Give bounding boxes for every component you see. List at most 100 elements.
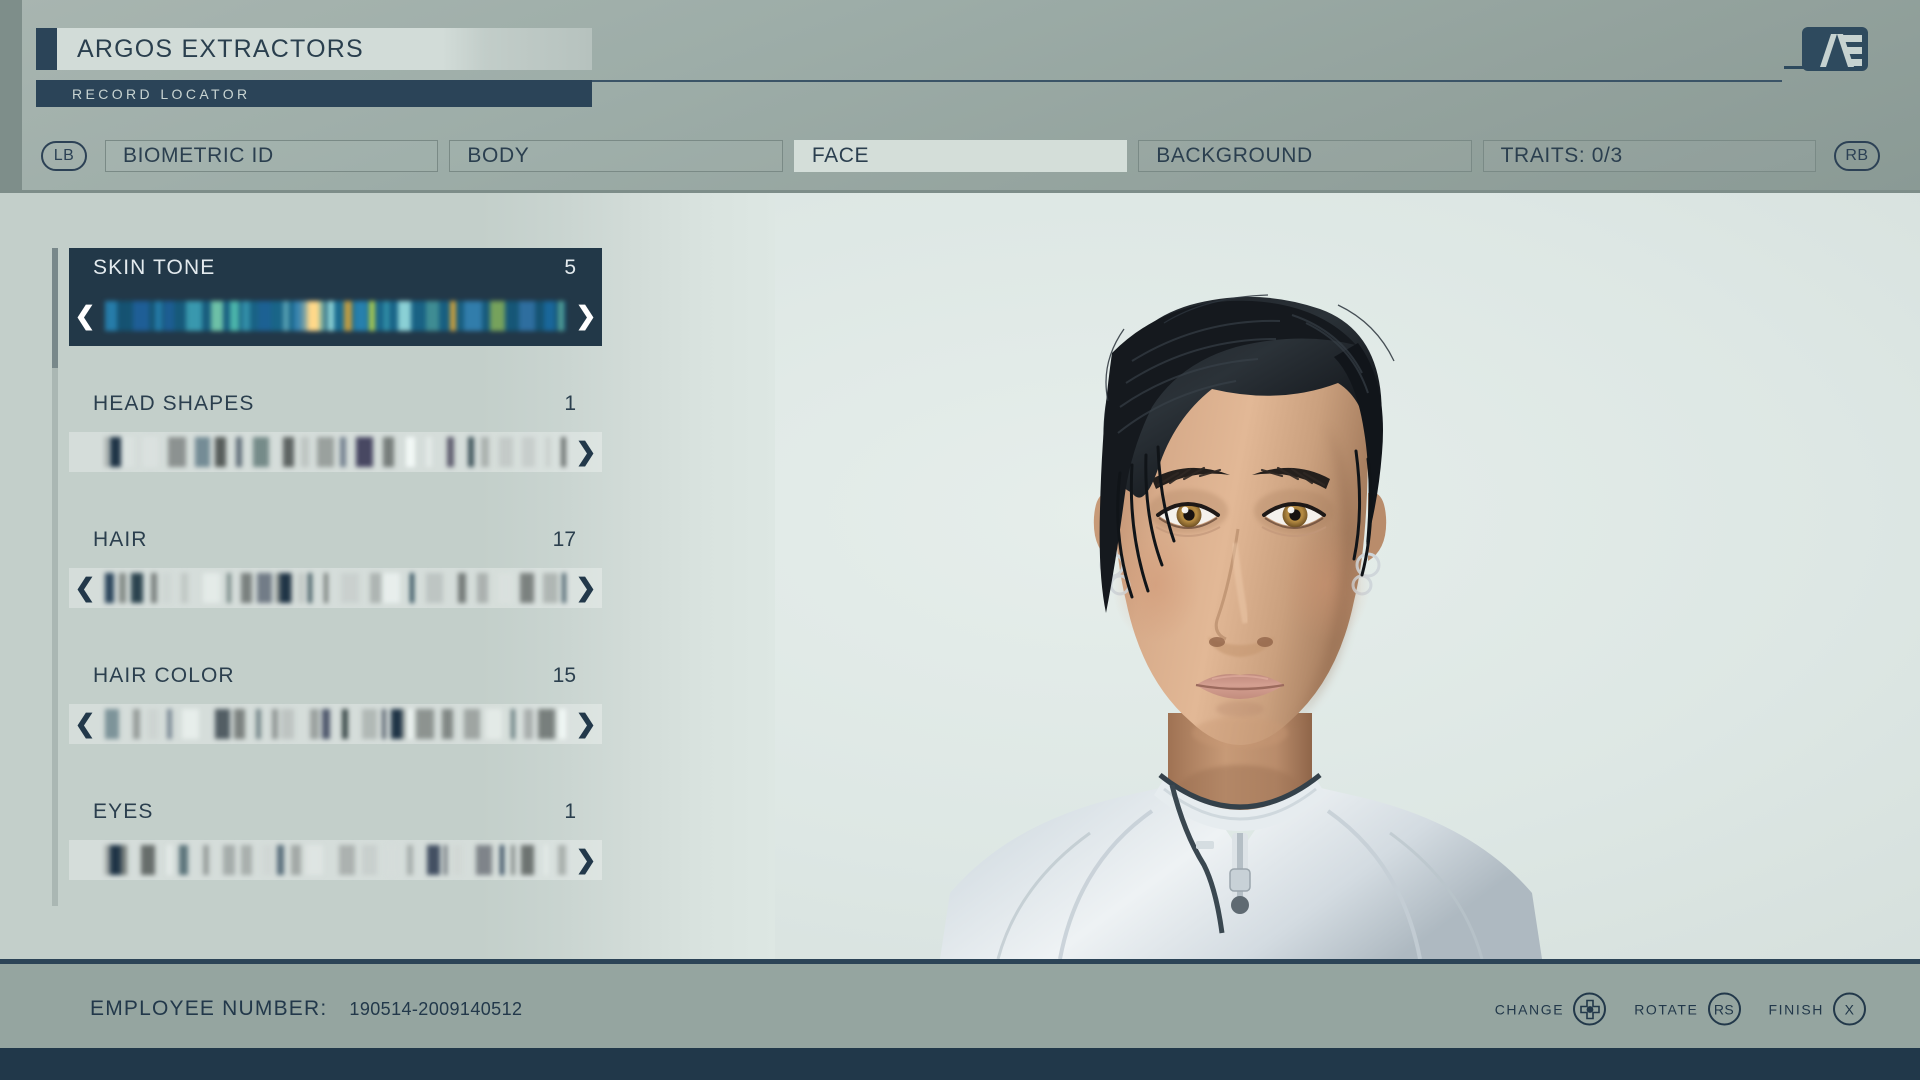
bottom-letterbox bbox=[0, 1048, 1920, 1080]
slider-marker[interactable] bbox=[110, 845, 121, 875]
slider-tick bbox=[298, 573, 304, 603]
tab-label: FACE bbox=[812, 144, 869, 168]
slider-tick bbox=[281, 709, 294, 739]
slider-tick bbox=[215, 709, 230, 739]
character-creator-screen: ARGOS EXTRACTORS RECORD LOCATOR LB BIOME… bbox=[0, 0, 1920, 1080]
option-header: HEAD SHAPES1 bbox=[69, 392, 602, 424]
slider-tick bbox=[227, 573, 231, 603]
option-header: SKIN TONE5 bbox=[69, 256, 602, 288]
option-slider-head-shapes[interactable]: ❮❯ bbox=[69, 432, 602, 472]
option-value-hair-color: 15 bbox=[553, 664, 576, 688]
app-title-plate: ARGOS EXTRACTORS bbox=[36, 28, 592, 70]
slider-track bbox=[105, 573, 566, 603]
slider-tick bbox=[167, 845, 172, 875]
option-slider-skin-tone[interactable]: ❮❯ bbox=[69, 296, 602, 336]
option-slider-eyes[interactable]: ❮❯ bbox=[69, 840, 602, 880]
slider-tick bbox=[356, 437, 372, 467]
slider-tick bbox=[203, 845, 209, 875]
slider-tick bbox=[408, 709, 413, 739]
right-bumper-button[interactable]: RB bbox=[1834, 141, 1880, 171]
slider-tick bbox=[283, 301, 289, 331]
option-value-hair: 17 bbox=[553, 528, 576, 552]
slider-tick bbox=[562, 573, 566, 603]
tab-label: BACKGROUND bbox=[1156, 144, 1313, 168]
prompt-finish[interactable]: FINISHX bbox=[1769, 993, 1867, 1026]
slider-tick bbox=[511, 709, 515, 739]
panel-scrollbar-thumb[interactable] bbox=[52, 248, 58, 368]
slider-tick bbox=[258, 301, 271, 331]
slider-tick bbox=[544, 301, 554, 331]
tab-traits-0-3[interactable]: TRAITS: 0/3 bbox=[1483, 140, 1816, 172]
chevron-left-icon[interactable]: ❮ bbox=[69, 712, 101, 737]
employee-number-label: EMPLOYEE NUMBER: bbox=[90, 997, 327, 1021]
prompt-label-rotate: ROTATE bbox=[1634, 1001, 1698, 1017]
slider-tick bbox=[143, 437, 158, 467]
slider-tick bbox=[558, 301, 564, 331]
option-row-eyes[interactable]: EYES1❮❯ bbox=[69, 792, 602, 890]
option-row-hair-color[interactable]: HAIR COLOR15❮❯ bbox=[69, 656, 602, 754]
slider-tick bbox=[133, 709, 140, 739]
option-slider-hair-color[interactable]: ❮❯ bbox=[69, 704, 602, 744]
subtitle-rule bbox=[592, 80, 1782, 82]
slider-track bbox=[105, 709, 566, 739]
chevron-right-icon[interactable]: ❯ bbox=[570, 576, 602, 601]
chevron-right-icon[interactable]: ❯ bbox=[570, 712, 602, 737]
option-slider-hair[interactable]: ❮❯ bbox=[69, 568, 602, 608]
slider-tick bbox=[486, 709, 502, 739]
slider-tick bbox=[490, 301, 505, 331]
x-button-icon[interactable]: X bbox=[1833, 993, 1866, 1026]
left-bumper-button[interactable]: LB bbox=[41, 141, 87, 171]
chevron-right-icon[interactable]: ❯ bbox=[570, 304, 602, 329]
chevron-right-icon[interactable]: ❯ bbox=[570, 848, 602, 873]
prompt-label-change: CHANGE bbox=[1495, 1001, 1565, 1017]
slider-tick bbox=[468, 437, 474, 467]
slider-tick bbox=[131, 573, 142, 603]
chevron-right-icon[interactable]: ❯ bbox=[570, 440, 602, 465]
slider-tick bbox=[561, 437, 566, 467]
slider-marker[interactable] bbox=[308, 301, 319, 331]
slider-tick bbox=[223, 845, 234, 875]
option-row-skin-tone[interactable]: SKIN TONE5❮❯ bbox=[69, 248, 602, 346]
prompt-change[interactable]: CHANGE bbox=[1495, 993, 1607, 1026]
slider-tick bbox=[133, 301, 149, 331]
right-stick-icon[interactable]: RS bbox=[1708, 993, 1741, 1026]
slider-tick bbox=[322, 709, 329, 739]
slider-tick bbox=[370, 573, 381, 603]
slider-marker[interactable] bbox=[280, 573, 291, 603]
chevron-left-icon[interactable]: ❮ bbox=[69, 576, 101, 601]
slider-tick bbox=[148, 709, 158, 739]
slider-tick bbox=[524, 709, 533, 739]
slider-marker[interactable] bbox=[391, 709, 402, 739]
employee-number-value: 190514-2009140512 bbox=[349, 999, 522, 1020]
slider-tick bbox=[257, 573, 272, 603]
slider-tick bbox=[141, 845, 154, 875]
slider-tick bbox=[344, 301, 352, 331]
tab-body[interactable]: BODY bbox=[449, 140, 782, 172]
option-row-head-shapes[interactable]: HEAD SHAPES1 ❮❯ bbox=[69, 384, 602, 482]
tab-background[interactable]: BACKGROUND bbox=[1138, 140, 1471, 172]
options-list: SKIN TONE5❮❯HEAD SHAPES1❮❯HAIR17❮❯HAIR C… bbox=[69, 248, 602, 928]
slider-tick bbox=[522, 437, 535, 467]
slider-tick bbox=[406, 437, 415, 467]
option-row-hair[interactable]: HAIR17❮❯ bbox=[69, 520, 602, 618]
slider-marker[interactable] bbox=[110, 437, 121, 467]
tab-face[interactable]: FACE bbox=[794, 140, 1127, 172]
slider-tick bbox=[242, 301, 250, 331]
slider-tick bbox=[211, 301, 223, 331]
prompt-rotate[interactable]: ROTATE RS bbox=[1634, 993, 1740, 1026]
slider-tick bbox=[119, 573, 126, 603]
tab-biometric-id[interactable]: BIOMETRIC ID bbox=[105, 140, 438, 172]
slider-tick bbox=[362, 845, 378, 875]
slider-tick bbox=[464, 709, 480, 739]
slider-tick bbox=[215, 437, 226, 467]
slider-tick bbox=[105, 301, 117, 331]
tab-label: BIOMETRIC ID bbox=[123, 144, 274, 168]
slider-tick bbox=[263, 845, 273, 875]
chevron-left-icon[interactable]: ❮ bbox=[69, 304, 101, 329]
option-strip-hair bbox=[105, 573, 566, 603]
slider-tick bbox=[272, 709, 278, 739]
dpad-icon[interactable] bbox=[1573, 993, 1606, 1026]
ae-monogram-icon bbox=[1784, 22, 1872, 74]
slider-track bbox=[105, 301, 566, 331]
tab-list: BIOMETRIC ID BODY FACE BACKGROUND TRAITS: 0/… bbox=[105, 140, 1816, 172]
